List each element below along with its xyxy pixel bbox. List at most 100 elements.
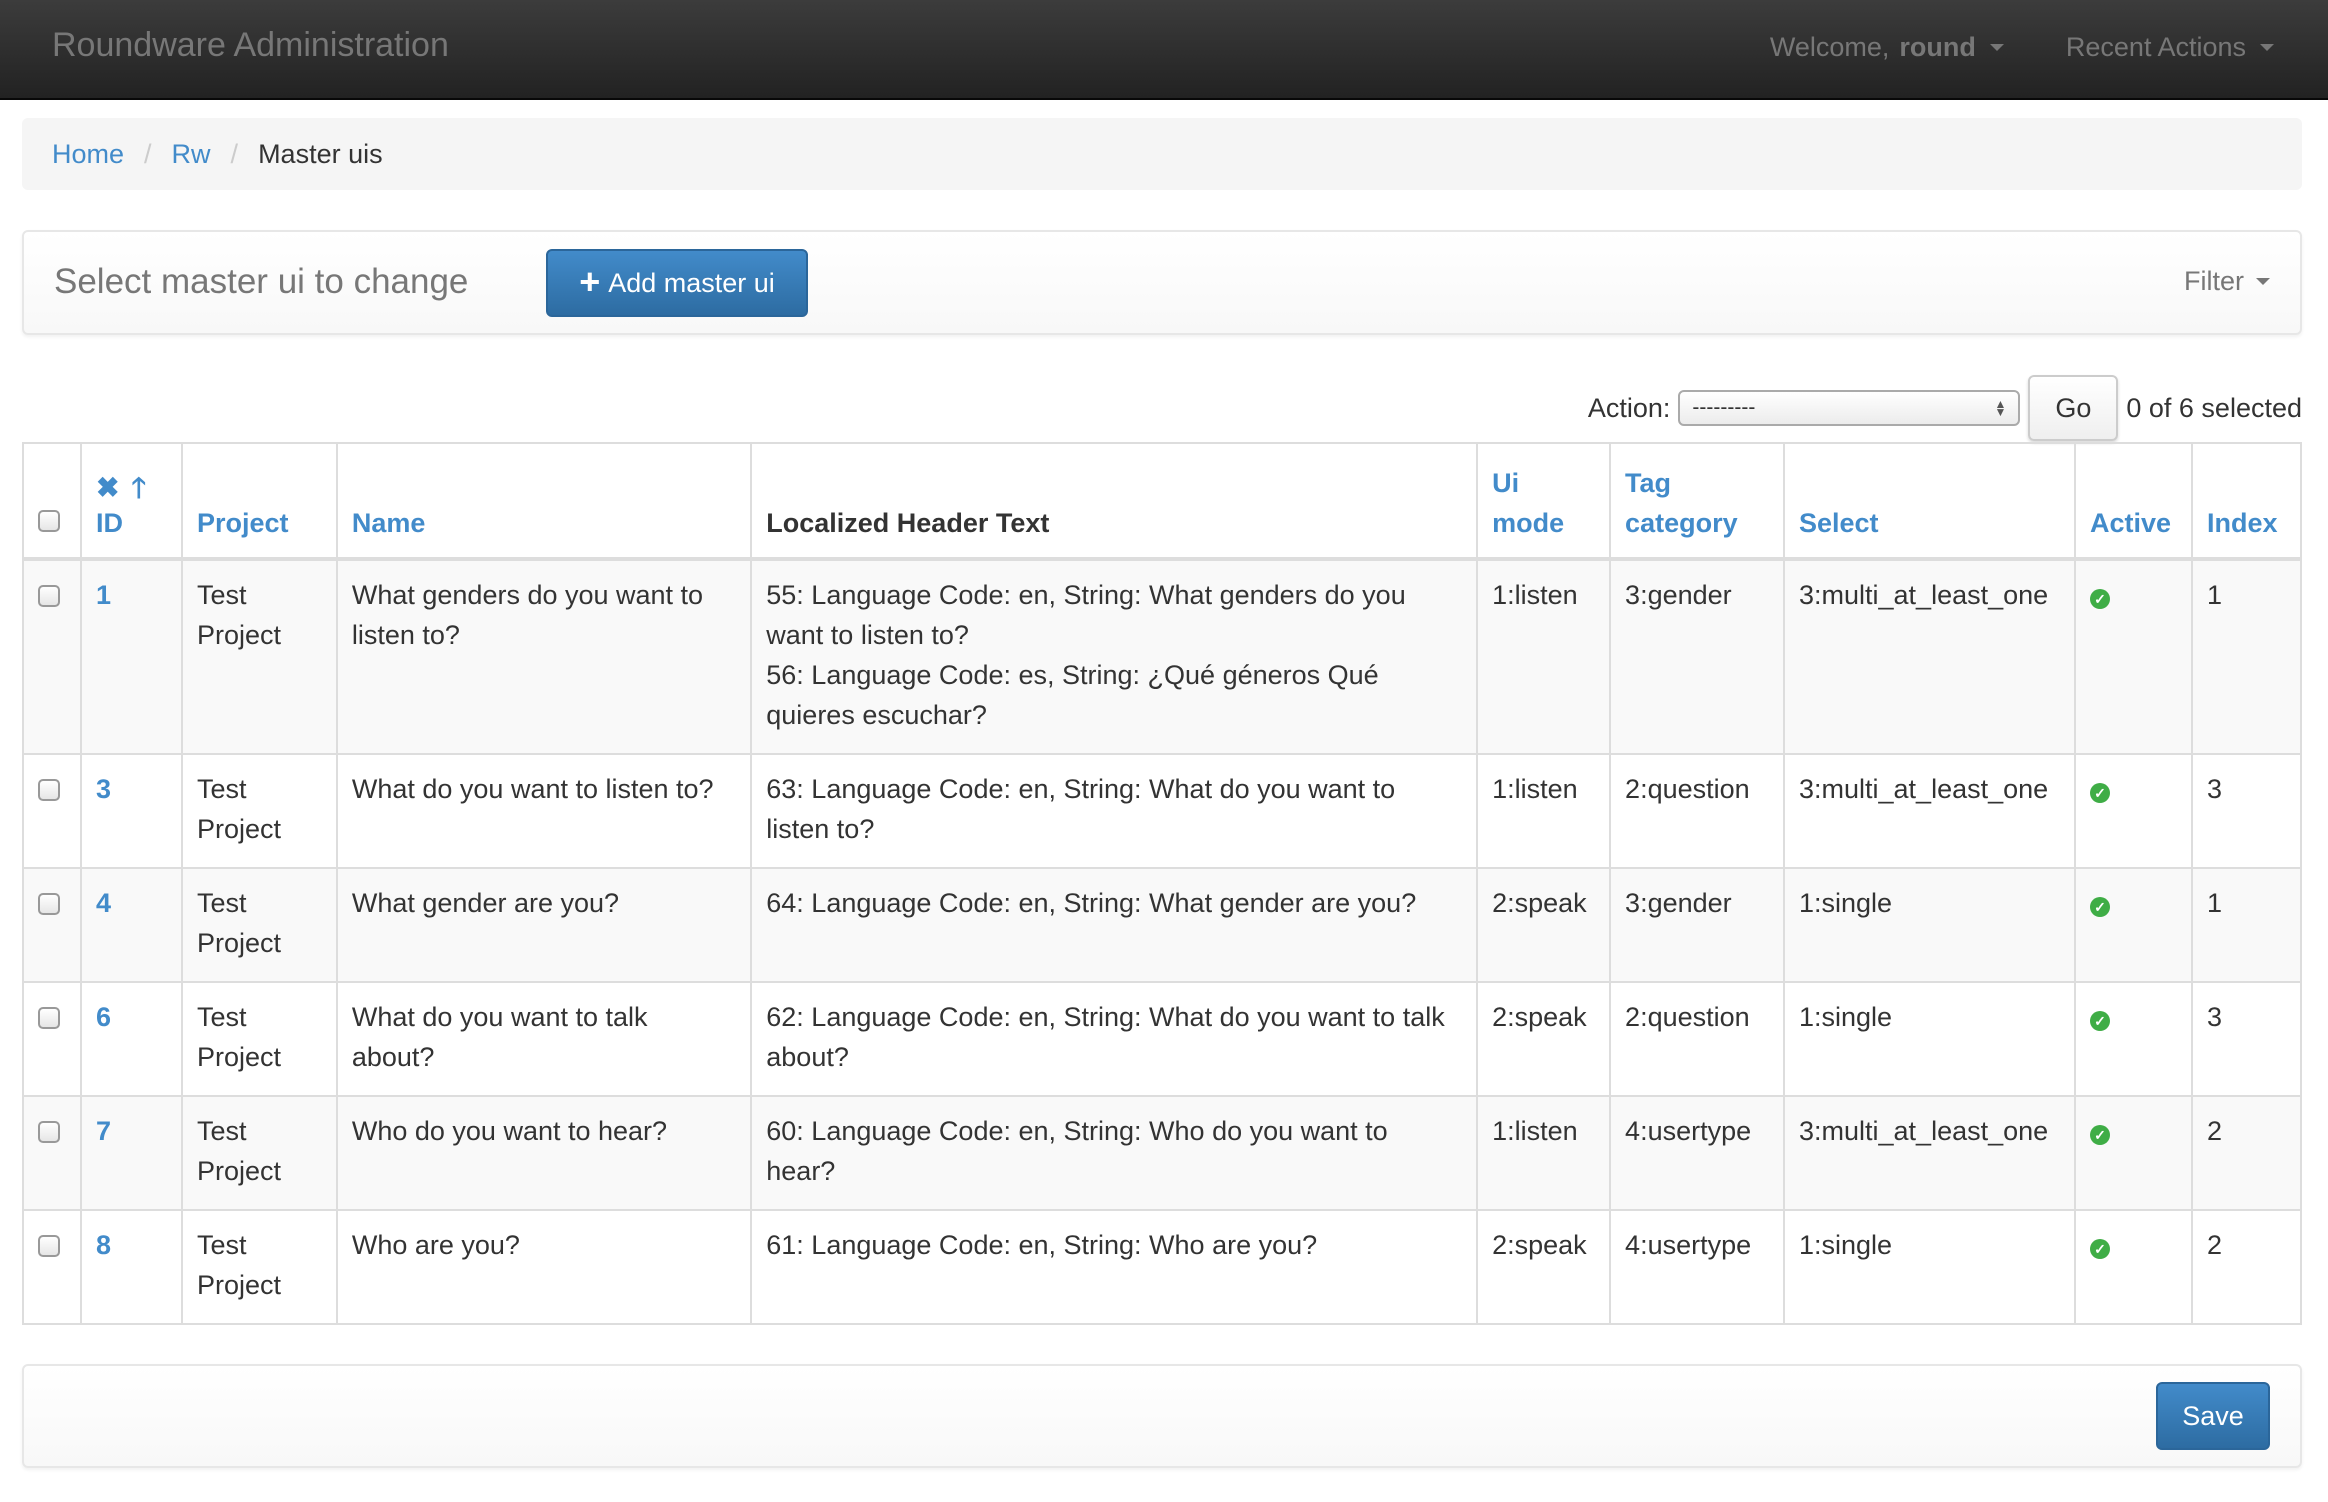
top-navbar: Roundware Administration Welcome, round … — [0, 0, 2328, 100]
sort-by-active[interactable]: Active — [2090, 508, 2171, 538]
breadcrumb-home[interactable]: Home — [52, 139, 124, 170]
active-cell: ✓ — [2073, 558, 2193, 755]
select-all-cell — [22, 442, 82, 561]
localized-string: 56: Language Code: es, String: ¿Qué géne… — [766, 660, 1379, 730]
user-menu[interactable]: Welcome, round — [1770, 32, 2004, 63]
column-header-ui-mode: Ui mode — [1476, 442, 1612, 561]
ui-mode-cell: 1:listen — [1476, 1095, 1612, 1211]
ui-mode-label-1: Ui — [1492, 468, 1520, 498]
sort-by-id[interactable]: ID — [96, 508, 123, 538]
localized-header-cell: 64: Language Code: en, String: What gend… — [750, 867, 1479, 983]
row-id-link[interactable]: 7 — [96, 1116, 111, 1146]
sort-by-index[interactable]: Index — [2207, 508, 2278, 538]
action-select[interactable]: --------- ▲ ▼ — [1678, 390, 2021, 426]
localized-header-cell: 55: Language Code: en, String: What gend… — [750, 558, 1479, 755]
name-cell: Who do you want to hear? — [335, 1095, 753, 1211]
active-cell: ✓ — [2073, 1095, 2193, 1211]
filter-dropdown[interactable]: Filter — [2184, 266, 2270, 297]
project-cell: Test Project — [180, 1209, 338, 1325]
localized-string: 63: Language Code: en, String: What do y… — [766, 774, 1396, 844]
active-check-icon: ✓ — [2089, 589, 2110, 609]
actions-bar: Action: --------- ▲ ▼ Go 0 of 6 selected — [1588, 374, 2302, 442]
sort-by-ui-mode[interactable]: Ui mode — [1492, 468, 1564, 538]
tag-category-cell: 3:gender — [1609, 558, 1785, 755]
breadcrumb-separator: / — [144, 138, 152, 169]
row-id-link[interactable]: 1 — [96, 580, 111, 610]
go-button[interactable]: Go — [2028, 375, 2119, 441]
username: round — [1899, 32, 1976, 62]
remove-sort-icon[interactable]: ✖ — [96, 473, 119, 503]
caret-down-icon — [1989, 44, 2004, 51]
ui-mode-label-2: mode — [1492, 508, 1565, 538]
project-cell: Test Project — [180, 867, 338, 983]
add-button-label: Add master ui — [608, 267, 775, 298]
table-row: 1 Test Project What genders do you want to… — [22, 558, 2303, 755]
select-cell: 1:single — [1783, 981, 2076, 1097]
recent-actions-label: Recent Actions — [2065, 32, 2246, 62]
table-row: 8 Test Project Who are you? 61: Language Co… — [22, 1209, 2303, 1325]
column-header-tag-category: Tag category — [1609, 442, 1785, 561]
row-select-cell — [22, 558, 82, 755]
name-cell: What do you want to talk about? — [335, 981, 753, 1097]
active-check-icon: ✓ — [2089, 1239, 2110, 1259]
column-header-id: ✖ 🡑 ID — [79, 442, 183, 561]
caret-down-icon — [2260, 44, 2274, 51]
tag-category-cell: 2:question — [1609, 981, 1785, 1097]
id-cell: 3 — [79, 753, 183, 869]
sort-by-tag-category[interactable]: Tag category — [1625, 468, 1738, 538]
id-cell: 4 — [79, 867, 183, 983]
sort-ascending-icon[interactable]: 🡑 — [131, 473, 146, 503]
ui-mode-cell: 2:speak — [1476, 1209, 1612, 1325]
row-id-link[interactable]: 3 — [96, 774, 111, 804]
sort-by-select[interactable]: Select — [1799, 508, 1879, 538]
localized-string: 60: Language Code: en, String: Who do yo… — [766, 1116, 1388, 1186]
breadcrumb-rw[interactable]: Rw — [172, 139, 211, 170]
tag-category-cell: 3:gender — [1609, 867, 1785, 983]
row-checkbox[interactable] — [38, 1121, 60, 1143]
select-all-checkbox[interactable] — [38, 510, 60, 532]
column-header-project: Project — [180, 442, 338, 561]
breadcrumb-separator: / — [230, 138, 239, 169]
result-table: ✖ 🡑 ID Project Name Localized Header Tex… — [22, 442, 2303, 1325]
selection-counter: 0 of 6 selected — [2126, 392, 2302, 423]
ui-mode-cell: 2:speak — [1476, 867, 1612, 983]
row-select-cell — [22, 1209, 82, 1325]
row-checkbox[interactable] — [38, 585, 60, 607]
recent-actions-menu[interactable]: Recent Actions — [2066, 32, 2274, 63]
tag-category-cell: 2:question — [1609, 753, 1785, 869]
select-cell: 3:multi_at_least_one — [1783, 753, 2076, 869]
row-select-cell — [22, 867, 82, 983]
welcome-text: Welcome, — [1769, 32, 1890, 62]
localized-header-cell: 61: Language Code: en, String: Who are y… — [750, 1209, 1479, 1325]
sort-controls: ✖ 🡑 — [96, 473, 167, 503]
plus-icon: + — [579, 261, 601, 302]
filter-label: Filter — [2184, 266, 2244, 296]
save-button[interactable]: Save — [2156, 1382, 2270, 1450]
row-id-link[interactable]: 4 — [96, 888, 111, 918]
sort-by-project[interactable]: Project — [197, 508, 289, 538]
project-cell: Test Project — [180, 558, 338, 755]
active-cell: ✓ — [2073, 981, 2193, 1097]
active-check-icon: ✓ — [2089, 1125, 2110, 1145]
active-check-icon: ✓ — [2089, 1011, 2110, 1031]
row-id-link[interactable]: 6 — [96, 1002, 111, 1032]
localized-header-cell: 63: Language Code: en, String: What do y… — [750, 753, 1479, 869]
row-select-cell — [22, 981, 82, 1097]
ui-mode-cell: 2:speak — [1476, 981, 1612, 1097]
brand-title[interactable]: Roundware Administration — [52, 26, 449, 65]
breadcrumb: Home / Rw / Master uis — [22, 118, 2302, 190]
index-cell: 3 — [2190, 753, 2303, 869]
add-master-ui-button[interactable]: + Add master ui — [546, 249, 808, 317]
action-label: Action: — [1587, 392, 1671, 423]
row-checkbox[interactable] — [38, 779, 60, 801]
name-cell: What do you want to listen to? — [335, 753, 753, 869]
row-checkbox[interactable] — [38, 1007, 60, 1029]
localized-header-cell: 62: Language Code: en, String: What do y… — [750, 981, 1479, 1097]
sort-by-name[interactable]: Name — [352, 508, 426, 538]
row-checkbox[interactable] — [38, 1235, 60, 1257]
row-id-link[interactable]: 8 — [96, 1230, 111, 1260]
select-cell: 3:multi_at_least_one — [1783, 558, 2076, 755]
row-checkbox[interactable] — [38, 893, 60, 915]
index-cell: 1 — [2190, 558, 2303, 755]
column-header-select: Select — [1783, 442, 2076, 561]
